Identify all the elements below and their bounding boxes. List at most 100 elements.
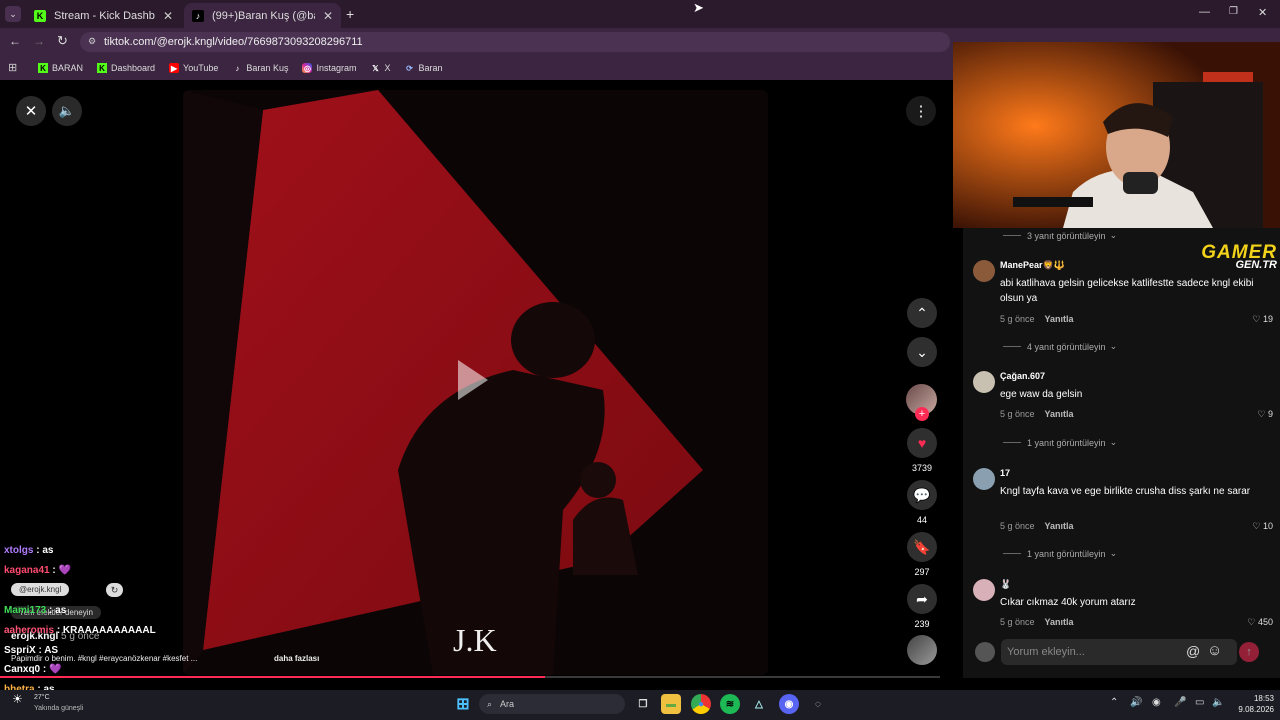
comment-text: Cıkar cıkmaz 40k yorum atarız — [1000, 597, 1136, 608]
more-link[interactable]: daha fazlası — [274, 654, 319, 663]
forward-icon[interactable]: → — [33, 34, 45, 48]
tab-search-dropdown-icon[interactable]: ⌄ — [5, 6, 21, 22]
comment-user[interactable]: 17 — [1000, 468, 1010, 478]
avatar[interactable] — [973, 468, 995, 490]
site-info-icon[interactable]: ⚙ — [88, 36, 96, 47]
chevron-down-icon: ⌄ — [1109, 230, 1118, 240]
like-button[interactable]: ♥ — [907, 428, 937, 458]
follow-plus-icon[interactable]: + — [915, 407, 929, 421]
close-video-button[interactable]: ✕ — [16, 96, 46, 126]
emoji-icon[interactable]: ☺ — [1207, 642, 1222, 659]
chat-username: SspriX — [4, 645, 36, 656]
comment-button[interactable]: 💬 — [907, 480, 937, 510]
tray-network-icon[interactable]: ▭ — [1195, 697, 1204, 708]
mute-button[interactable]: 🔈 — [52, 96, 82, 126]
reply-button[interactable]: Yanıtla — [1045, 409, 1074, 419]
view-replies-toggle[interactable]: 1 yanıt görüntüleyin ⌄ — [1003, 548, 1117, 559]
instagram-icon: ◎ — [302, 63, 313, 73]
comment-user[interactable]: 🐰 — [1000, 579, 1011, 590]
bookmark-baran[interactable]: K BARAN — [38, 63, 83, 73]
comment-like-button[interactable]: ♡ 450 — [1247, 617, 1273, 628]
comments-panel: 3 yanıt görüntüleyin ⌄ ManePear🦁🔱 abi kat… — [963, 228, 1280, 678]
repost-icon[interactable]: ↻ — [106, 583, 123, 597]
reload-icon[interactable]: ↻ — [57, 33, 68, 49]
bookmark-baran-2[interactable]: ⟳ Baran — [405, 63, 442, 73]
view-replies-toggle[interactable]: 3 yanıt görüntüleyin ⌄ — [1003, 230, 1117, 241]
avatar[interactable] — [973, 260, 995, 282]
comment-like-button[interactable]: ♡ 19 — [1252, 314, 1273, 325]
bookmark-youtube[interactable]: ▶ YouTube — [169, 63, 218, 73]
clock-time[interactable]: 18:53 — [1238, 694, 1274, 703]
send-comment-button[interactable]: ↑ — [1239, 642, 1259, 662]
tray-discord-icon[interactable]: ◉ — [1152, 697, 1161, 708]
bookmark-instagram[interactable]: ◎ Instagram — [302, 63, 356, 73]
kick-icon: K — [97, 63, 108, 73]
webcam-frame — [953, 42, 1280, 228]
weather-desc[interactable]: Yakında güneşli — [34, 705, 83, 712]
comment-like-button[interactable]: ♡ 9 — [1257, 409, 1273, 420]
bookmark-x[interactable]: 𝕏X — [370, 63, 390, 73]
tray-speaker-icon[interactable]: 🔈 — [1212, 697, 1224, 708]
comment-input[interactable]: Yorum ekleyin... — [1001, 639, 1237, 665]
video-progress-track[interactable] — [0, 676, 940, 678]
windows-start-icon[interactable]: ⊞ — [453, 694, 473, 714]
tray-volume-icon[interactable]: 🔊 — [1130, 697, 1142, 708]
obs-like-icon[interactable]: △ — [749, 694, 769, 714]
gamer-gen-logo: GAMER GEN.TR — [1165, 243, 1277, 271]
back-icon[interactable]: ← — [9, 34, 21, 48]
tab-kick-dashboard[interactable]: K Stream - Kick Dashboard ✕ — [26, 3, 181, 28]
apps-grid-icon[interactable]: ⊞ — [8, 61, 17, 74]
effect-chip[interactable]: @erojk.kngl — [11, 583, 70, 596]
close-tab-icon[interactable]: ✕ — [163, 9, 173, 23]
close-tab-icon[interactable]: ✕ — [323, 9, 333, 23]
chat-text: : as — [36, 545, 54, 556]
bookmark-dashboard[interactable]: K Dashboard — [97, 63, 155, 73]
music-disc-avatar[interactable] — [907, 635, 937, 665]
view-replies-toggle[interactable]: 4 yanıt görüntüleyin ⌄ — [1003, 341, 1117, 352]
bookmark-button[interactable]: 🔖 — [907, 532, 937, 562]
tab-tiktok[interactable]: ♪ (99+)Baran Kuş (@barankusss) ✕ — [184, 3, 341, 28]
spotify-icon[interactable]: ≋ — [720, 694, 740, 714]
search-icon: ⌕ — [487, 698, 493, 709]
like-count: 3739 — [911, 463, 933, 473]
close-window-icon[interactable]: ✕ — [1258, 6, 1267, 19]
mention-icon[interactable]: @ — [1186, 643, 1200, 659]
next-video-button[interactable]: ⌄ — [907, 337, 937, 367]
chat-username: Mami173 — [4, 605, 47, 616]
discord-icon[interactable]: ◉ — [779, 694, 799, 714]
share-button[interactable]: ➦ — [907, 584, 937, 614]
new-tab-icon[interactable]: + — [346, 6, 354, 22]
avatar[interactable] — [973, 579, 995, 601]
share-count: 239 — [914, 619, 930, 629]
reply-button[interactable]: Yanıtla — [1045, 521, 1074, 531]
tray-mic-icon[interactable]: 🎤 — [1174, 697, 1186, 708]
chat-text: : 💜 — [42, 664, 62, 675]
clock-date[interactable]: 9.08.2026 — [1228, 705, 1274, 714]
address-bar[interactable]: ⚙ tiktok.com/@erojk.kngl/video/766987309… — [80, 32, 950, 52]
current-user-avatar — [975, 642, 995, 662]
reply-button[interactable]: Yanıtla — [1045, 617, 1074, 627]
maximize-icon[interactable]: ❐ — [1229, 6, 1238, 17]
view-replies-toggle[interactable]: 1 yanıt görüntüleyin ⌄ — [1003, 437, 1117, 448]
comment-user[interactable]: Çağan.607 — [1000, 371, 1045, 381]
bookmark-baran-kus[interactable]: ♪ Baran Kuş — [232, 63, 288, 73]
weather-icon[interactable]: ☀ — [12, 692, 23, 706]
more-options-button[interactable]: ⋮ — [906, 96, 936, 126]
file-explorer-icon[interactable]: ▬ — [661, 694, 681, 714]
youtube-icon: ▶ — [169, 63, 180, 73]
weather-temp[interactable]: 27°C — [34, 694, 50, 701]
comment-user[interactable]: ManePear🦁🔱 — [1000, 260, 1065, 271]
previous-video-button[interactable]: ⌃ — [907, 298, 937, 328]
tray-chevron-icon[interactable]: ⌃ — [1110, 697, 1118, 708]
play-icon[interactable] — [458, 360, 488, 400]
minimize-icon[interactable]: — — [1199, 6, 1210, 18]
reply-button[interactable]: Yanıtla — [1045, 314, 1074, 324]
video-player[interactable]: J.K — [183, 90, 768, 675]
chevron-down-icon: ⌄ — [1109, 548, 1118, 558]
comment-like-button[interactable]: ♡ 10 — [1252, 521, 1273, 532]
app-icon[interactable]: ◌ — [808, 694, 828, 714]
chrome-icon[interactable]: ● — [691, 694, 711, 714]
avatar[interactable] — [973, 371, 995, 393]
task-view-icon[interactable]: ❐ — [633, 694, 653, 714]
taskbar-search[interactable]: ⌕ Ara — [479, 694, 625, 714]
